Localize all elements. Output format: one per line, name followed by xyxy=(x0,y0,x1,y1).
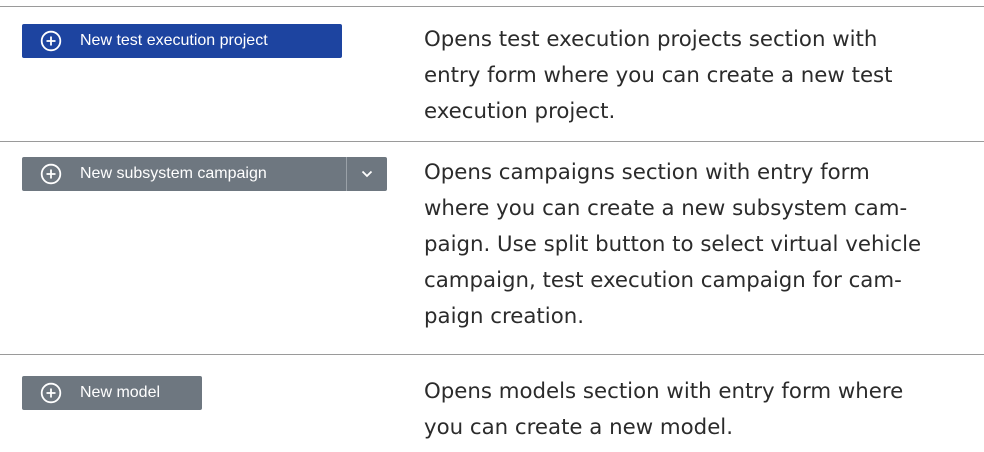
new-subsystem-campaign-split-button: New subsystem campaign xyxy=(22,157,387,191)
button-label: New model xyxy=(80,384,161,401)
description-line: execution project. xyxy=(424,99,616,124)
row-2-button-cell: New subsystem campaign xyxy=(22,157,387,191)
split-dropdown-toggle[interactable] xyxy=(347,157,387,191)
plus-circle-icon xyxy=(40,30,62,52)
new-model-button[interactable]: New model xyxy=(22,376,202,410)
description-line: entry form where you can create a new te… xyxy=(424,63,893,88)
row-3-description: Opens models section with entry form whe… xyxy=(424,374,969,446)
description-line: paign. Use split button to select virtua… xyxy=(424,232,922,257)
plus-circle-icon xyxy=(40,382,62,404)
plus-circle-icon xyxy=(40,163,62,185)
chevron-down-icon xyxy=(361,165,373,183)
row-1-button-cell: New test execution project xyxy=(22,24,342,58)
button-label: New test execution project xyxy=(80,32,268,49)
row-1-description: Opens test execution projects section wi… xyxy=(424,22,969,130)
row-divider xyxy=(0,354,984,355)
table-top-border xyxy=(0,6,984,7)
button-label: New subsystem campaign xyxy=(80,165,267,182)
description-line: where you can create a new subsystem cam… xyxy=(424,196,908,221)
description-line: you can create a new model. xyxy=(424,415,733,440)
description-line: Opens models section with entry form whe… xyxy=(424,379,904,404)
description-line: paign creation. xyxy=(424,304,584,329)
description-line: campaign, test execution campaign for ca… xyxy=(424,268,902,293)
description-line: Opens campaigns section with entry form xyxy=(424,160,870,185)
row-divider xyxy=(0,141,984,142)
description-line: Opens test execution projects section wi… xyxy=(424,27,878,52)
row-3-button-cell: New model xyxy=(22,376,202,410)
new-subsystem-campaign-button[interactable]: New subsystem campaign xyxy=(22,157,346,191)
new-test-execution-project-button[interactable]: New test execution project xyxy=(22,24,342,58)
row-2-description: Opens campaigns section with entry form … xyxy=(424,155,969,335)
